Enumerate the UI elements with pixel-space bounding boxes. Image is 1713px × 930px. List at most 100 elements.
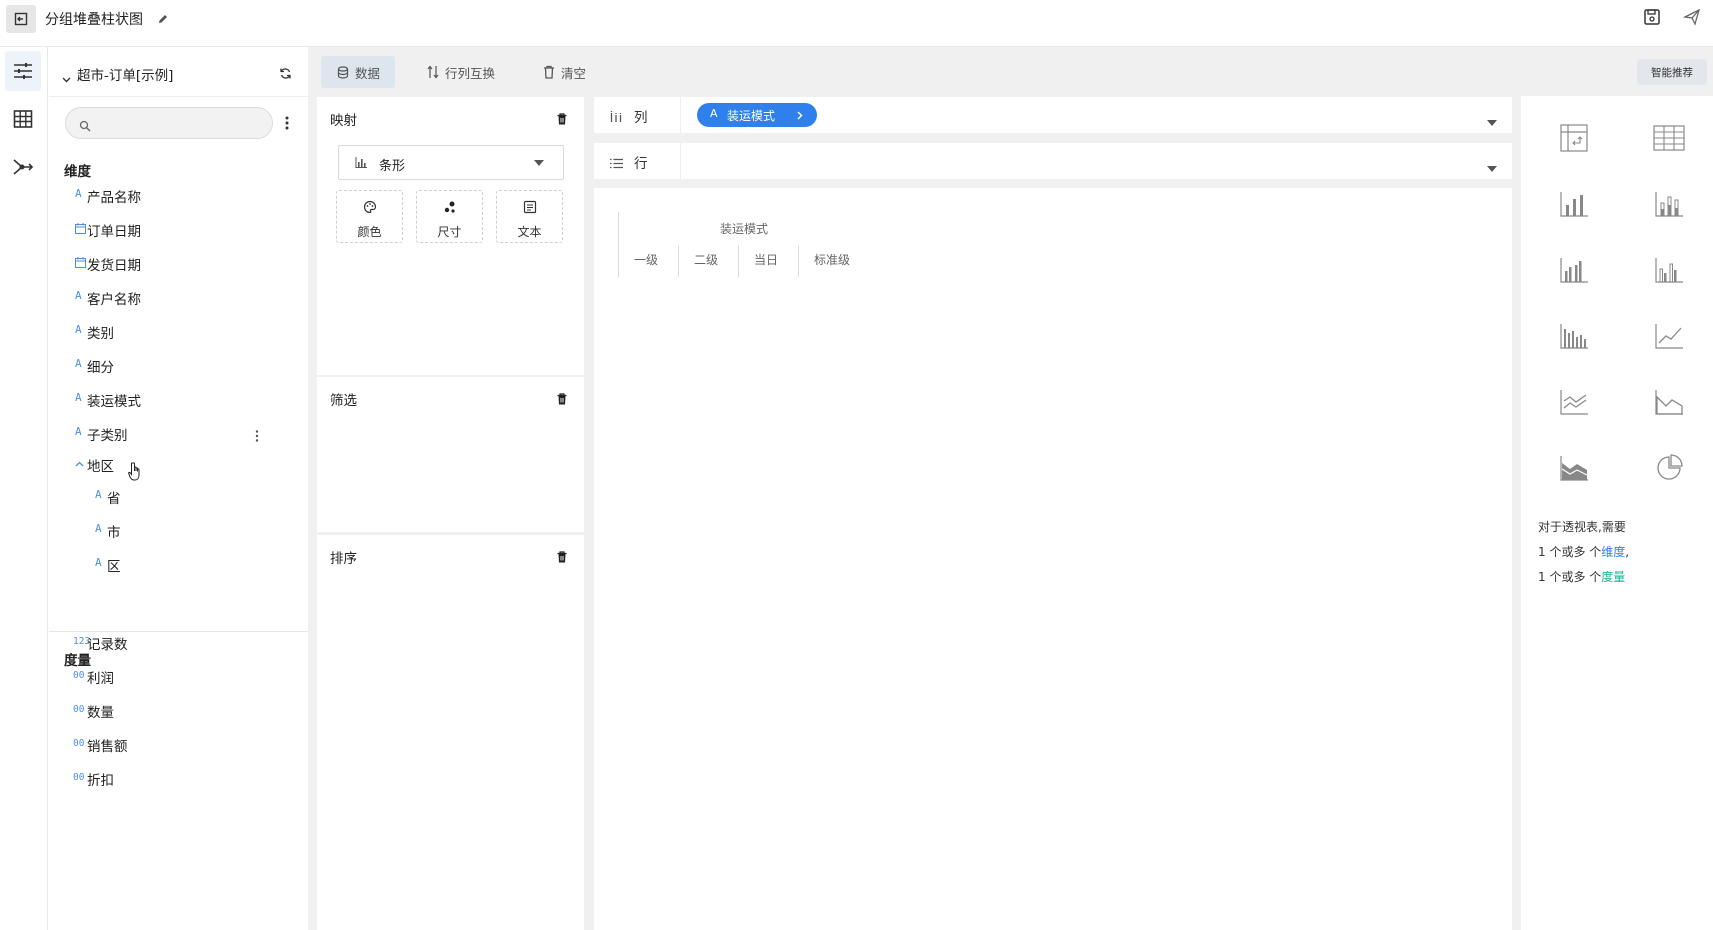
datasource-row[interactable]: 超市-订单[示例] xyxy=(49,47,308,97)
multi-bar-icon xyxy=(1560,324,1588,349)
dimension-field[interactable]: A省 xyxy=(49,479,308,513)
dimension-field[interactable]: A 产品名称 xyxy=(49,178,308,212)
pivot-table-icon xyxy=(1560,124,1588,152)
row-shelf-label: 行 xyxy=(634,156,648,172)
dimension-field[interactable]: 地区 xyxy=(49,447,308,481)
stacked-bar-icon xyxy=(1655,192,1683,217)
hint-dimension: 维度 xyxy=(1601,545,1626,559)
columns-icon xyxy=(610,108,622,127)
hint-text: 1 个或多 个 xyxy=(1538,545,1602,559)
text-mark-button[interactable]: 文本 xyxy=(496,190,563,243)
mapping-title: 映射 xyxy=(330,113,357,129)
pivot-divider xyxy=(798,245,799,277)
chart-type-select[interactable]: 条形 xyxy=(338,145,564,180)
sliders-icon xyxy=(14,63,32,79)
dimension-field[interactable]: A市 xyxy=(49,513,308,547)
dimension-field[interactable]: A 装运模式 xyxy=(49,382,308,416)
measure-field[interactable]: 00 折扣 xyxy=(49,761,308,795)
dimension-field[interactable]: A 细分 xyxy=(49,348,308,382)
smart-recommend-button[interactable]: 智能推荐 xyxy=(1637,59,1707,85)
hint-line-1: 对于透视表,需要 xyxy=(1538,520,1626,534)
nav-table[interactable] xyxy=(5,99,41,139)
size-mark-label: 尺寸 xyxy=(437,225,462,239)
dimension-field[interactable]: 发货日期 xyxy=(49,246,308,280)
dimension-field-label: 客户名称 xyxy=(87,292,141,308)
dimension-field[interactable]: A 类别 xyxy=(49,314,308,348)
clear-button[interactable]: 清空 xyxy=(543,56,586,88)
chart-type-stacked-area[interactable] xyxy=(1556,450,1592,486)
hand-cursor-icon xyxy=(128,462,144,486)
text-field-icon: A xyxy=(95,522,102,535)
page-title: 分组堆叠柱状图 xyxy=(45,12,143,28)
nav-config[interactable] xyxy=(5,51,41,91)
more-vertical-icon[interactable] xyxy=(285,115,289,134)
save-icon[interactable] xyxy=(1643,8,1661,30)
text-field-icon: A xyxy=(75,425,82,438)
caret-down-icon[interactable] xyxy=(1487,157,1497,176)
pivot-column-header: 一级 xyxy=(634,253,659,267)
measure-field[interactable]: 00 利润 xyxy=(49,659,308,693)
flow-icon xyxy=(13,159,34,175)
chart-type-grouped-bar[interactable] xyxy=(1556,252,1592,288)
refresh-icon[interactable] xyxy=(279,65,292,84)
search-box[interactable] xyxy=(65,107,273,139)
measure-field-label: 折扣 xyxy=(87,773,114,789)
dimension-field[interactable]: A区 xyxy=(49,547,308,581)
nav-flow[interactable] xyxy=(5,147,41,187)
data-button-label: 数据 xyxy=(355,65,381,81)
size-dots-icon xyxy=(444,201,455,213)
chart-type-stacked-bar[interactable] xyxy=(1651,186,1687,222)
chevron-down-icon[interactable] xyxy=(62,68,71,87)
dimension-field[interactable]: A 客户名称 xyxy=(49,280,308,314)
row-shelf[interactable]: 行 xyxy=(594,143,1512,179)
dimension-field-label: 地区 xyxy=(87,459,114,475)
measure-field[interactable]: 00 销售额 xyxy=(49,727,308,761)
caret-down-icon xyxy=(534,160,544,166)
chart-type-table[interactable] xyxy=(1651,120,1687,156)
dimension-field-label: 类别 xyxy=(87,326,114,342)
measure-field[interactable]: 123 记录数 xyxy=(49,625,308,659)
trash-icon[interactable] xyxy=(557,390,567,409)
measure-field-label: 数量 xyxy=(87,705,114,721)
stacked-area-icon xyxy=(1560,456,1588,481)
chart-type-pivot[interactable] xyxy=(1556,120,1592,156)
chart-type-label: 条形 xyxy=(379,159,406,174)
caret-down-icon[interactable] xyxy=(1487,111,1497,130)
datasource-name[interactable]: 超市-订单[示例] xyxy=(77,64,173,84)
chart-type-grouped-stacked-bar[interactable] xyxy=(1651,252,1687,288)
text-doc-icon xyxy=(523,200,537,214)
dimension-field-label: 子类别 xyxy=(87,428,128,444)
swap-button[interactable]: 行列互换 xyxy=(427,56,495,88)
chart-type-multi-bar[interactable] xyxy=(1556,318,1592,354)
size-mark-button[interactable]: 尺寸 xyxy=(416,190,483,243)
chart-type-bar[interactable] xyxy=(1556,186,1592,222)
chart-type-area[interactable] xyxy=(1651,384,1687,420)
trash-icon[interactable] xyxy=(557,110,567,129)
color-mark-button[interactable]: 颜色 xyxy=(336,190,403,243)
pivot-header: 装运模式 xyxy=(720,222,769,236)
filter-title: 筛选 xyxy=(330,393,357,409)
chart-type-line[interactable] xyxy=(1651,318,1687,354)
calendar-icon xyxy=(75,221,86,237)
dimension-field[interactable]: A 子类别 xyxy=(49,416,308,450)
dimension-field[interactable]: 订单日期 xyxy=(49,212,308,246)
chart-type-multi-line[interactable] xyxy=(1556,384,1592,420)
palette-icon xyxy=(363,200,377,214)
grouped-bar-icon xyxy=(1560,258,1588,283)
column-pill[interactable]: A 装运模式 xyxy=(697,103,817,127)
divider xyxy=(680,143,681,179)
search-input[interactable] xyxy=(96,115,266,131)
more-vertical-icon[interactable] xyxy=(255,427,259,446)
trash-icon[interactable] xyxy=(557,548,567,567)
database-icon xyxy=(337,65,349,79)
measure-field[interactable]: 00 数量 xyxy=(49,693,308,727)
back-button[interactable] xyxy=(6,5,36,33)
bar-chart-icon xyxy=(1560,192,1588,217)
dimension-field-label: 市 xyxy=(107,525,121,541)
data-button-content[interactable]: 数据 xyxy=(337,56,380,88)
send-icon[interactable] xyxy=(1682,8,1701,30)
pencil-icon[interactable] xyxy=(157,10,169,29)
chart-type-pie[interactable] xyxy=(1651,450,1687,486)
dimension-field-label: 装运模式 xyxy=(87,394,141,410)
search-icon xyxy=(79,117,91,136)
